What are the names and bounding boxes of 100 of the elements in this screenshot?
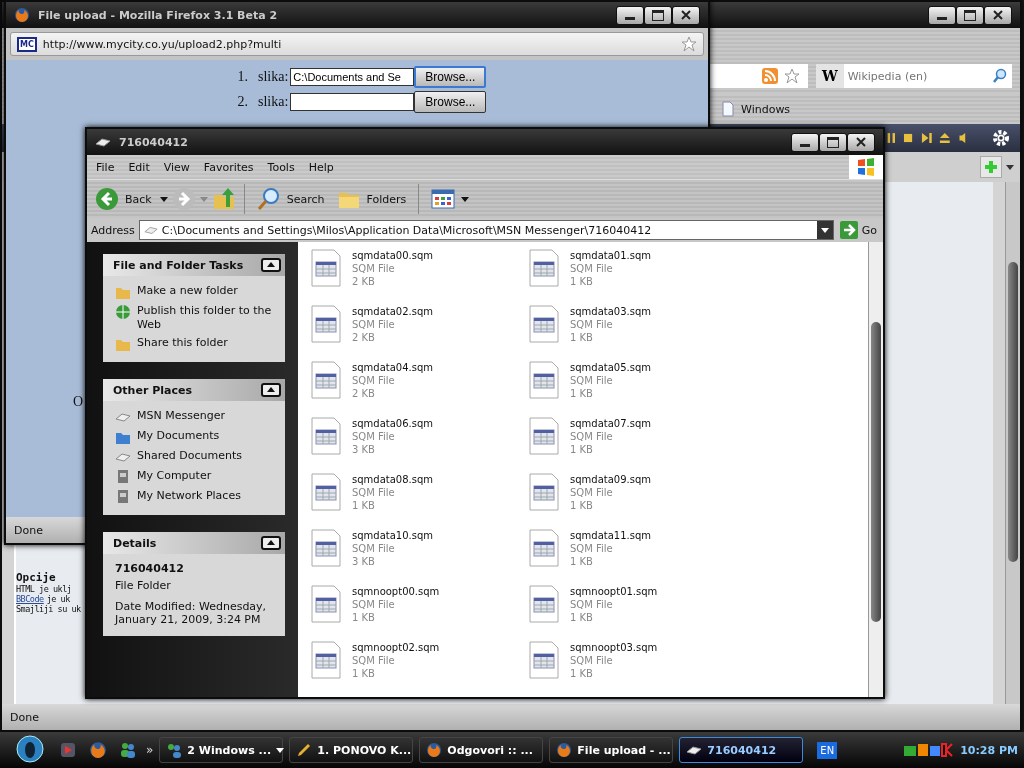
status-text: Done	[14, 523, 43, 537]
file-type: SQM File	[570, 598, 614, 611]
search-field[interactable]: Wikipedia (en)	[843, 64, 988, 88]
file-size: 1 KB	[570, 667, 594, 680]
task-link[interactable]: Shared Documents	[137, 449, 242, 463]
task-link[interactable]: My Network Places	[137, 489, 241, 503]
menu-item[interactable]: Favorites	[198, 160, 259, 174]
menu-item[interactable]: Edit	[123, 160, 155, 174]
task-link[interactable]: Publish this folder to the Web	[137, 304, 275, 332]
go-button[interactable]: Go	[837, 221, 879, 239]
file-type: SQM File	[352, 654, 396, 667]
minimize-button[interactable]	[791, 132, 819, 152]
minimize-button[interactable]	[616, 5, 644, 25]
star-icon[interactable]	[681, 36, 697, 52]
settings-icon[interactable]	[992, 129, 1010, 147]
file-name[interactable]: sqmdata07.sqm	[570, 417, 652, 430]
close-button[interactable]	[984, 5, 1012, 25]
search-icon[interactable]	[988, 64, 1012, 88]
globe-icon	[115, 304, 131, 320]
file-name[interactable]: sqmdata01.sqm	[570, 249, 652, 262]
file-name[interactable]: sqmdata02.sqm	[352, 305, 434, 318]
file-path-field[interactable]: C:\Documents and Se	[290, 68, 415, 86]
task-link[interactable]: Make a new folder	[137, 284, 238, 298]
scrollbar[interactable]	[1005, 182, 1020, 704]
file-path-field[interactable]	[290, 93, 415, 111]
file-type: SQM File	[352, 430, 396, 443]
taskbar-button[interactable]: Odgovori :: ...	[419, 737, 544, 763]
scrollbar[interactable]	[868, 242, 883, 697]
bookmark-link[interactable]: Windows	[720, 101, 791, 117]
file-name[interactable]: sqmdata11.sqm	[570, 529, 652, 542]
file-name[interactable]: sqmdata03.sqm	[570, 305, 652, 318]
file-type: SQM File	[352, 374, 396, 387]
task-link[interactable]: My Documents	[137, 429, 220, 443]
star-icon[interactable]	[784, 68, 800, 84]
back-dropdown[interactable]	[159, 196, 168, 202]
close-button[interactable]	[672, 5, 700, 25]
windows-logo-icon	[849, 155, 883, 179]
file-type: SQM File	[352, 318, 396, 331]
collapse-button[interactable]	[261, 258, 281, 272]
browse-button[interactable]: Browse...	[414, 91, 487, 113]
tab-list-dropdown[interactable]	[1006, 164, 1014, 170]
file-name[interactable]: sqmdata06.sqm	[352, 417, 434, 430]
menu-item[interactable]: Help	[303, 160, 339, 174]
arrow-right-icon	[839, 221, 858, 239]
page-text: O	[73, 394, 84, 410]
file-name[interactable]: sqmnoopt01.sqm	[570, 585, 658, 598]
taskbar-button[interactable]: 716040412	[679, 737, 804, 763]
chevron-icon	[267, 262, 275, 267]
address-field[interactable]: C:\Documents and Settings\Milos\Application Data\Microsoft\MSN Messenger\716040412	[138, 220, 834, 240]
close-icon	[856, 137, 866, 147]
folder-type: File Folder	[115, 579, 172, 592]
search-engine-selector[interactable]: W	[816, 64, 844, 88]
more-button[interactable]: »	[146, 743, 154, 757]
file-type: SQM File	[352, 262, 396, 275]
folders-button[interactable]: Folders	[332, 187, 411, 211]
address-label: Address	[91, 223, 135, 237]
file-type: SQM File	[352, 598, 396, 611]
file-name[interactable]: sqmnoopt03.sqm	[570, 641, 658, 654]
file-name[interactable]: sqmdata09.sqm	[570, 473, 652, 486]
taskbar-button[interactable]: File upload - ...	[549, 737, 674, 763]
file-name[interactable]: sqmdata08.sqm	[352, 473, 434, 486]
task-link[interactable]: MSN Messenger	[137, 409, 225, 423]
firefox-icon	[14, 7, 30, 23]
language-indicator[interactable]: EN	[817, 741, 838, 759]
file-name[interactable]: sqmdata00.sqm	[352, 249, 434, 262]
maximize-button[interactable]	[644, 5, 672, 25]
taskbar-button[interactable]: 2 Windows ...	[159, 737, 284, 763]
address-bar[interactable]: MC http://www.mycity.co.yu/upload2.php?multi	[10, 32, 704, 56]
back-button[interactable]: Back	[91, 187, 156, 211]
minimize-button[interactable]	[928, 5, 956, 25]
taskbar-button[interactable]: 1. PONOVO K...	[289, 737, 414, 763]
date-modified: Date Modified: Wednesday, January 21, 2009, 3:24 PM	[115, 600, 268, 626]
file-name[interactable]: sqmdata05.sqm	[570, 361, 652, 374]
collapse-button[interactable]	[261, 536, 281, 550]
file-name[interactable]: sqmnoopt00.sqm	[352, 585, 440, 598]
task-link[interactable]: My Computer	[137, 469, 212, 483]
close-icon	[681, 10, 691, 20]
address-dropdown[interactable]	[816, 221, 833, 239]
maximize-button[interactable]	[956, 5, 984, 25]
menu-item[interactable]: View	[158, 160, 195, 174]
file-name[interactable]: sqmdata04.sqm	[352, 361, 434, 374]
bbcode-link[interactable]: BBCode	[16, 594, 44, 604]
maximize-button[interactable]	[819, 132, 847, 152]
collapse-button[interactable]	[261, 383, 281, 397]
search-button[interactable]: Search	[252, 187, 329, 211]
menu-item[interactable]: File	[91, 160, 120, 174]
row-number: 2.	[236, 94, 248, 110]
close-button[interactable]	[847, 132, 875, 152]
pen-icon	[296, 742, 313, 758]
file-size: 1 KB	[352, 611, 376, 624]
task-link[interactable]: Share this folder	[137, 336, 228, 350]
tray-icons-drawing[interactable]	[904, 742, 955, 758]
file-name[interactable]: sqmdata10.sqm	[352, 529, 434, 542]
site-icon: MC	[17, 36, 37, 52]
grid-view-icon	[431, 187, 456, 211]
row-number: 1.	[236, 69, 248, 85]
file-name[interactable]: sqmnoopt02.sqm	[352, 641, 440, 654]
file-size: 1 KB	[570, 387, 594, 400]
browse-button[interactable]: Browse...	[414, 66, 487, 88]
menu-item[interactable]: Tools	[262, 160, 300, 174]
